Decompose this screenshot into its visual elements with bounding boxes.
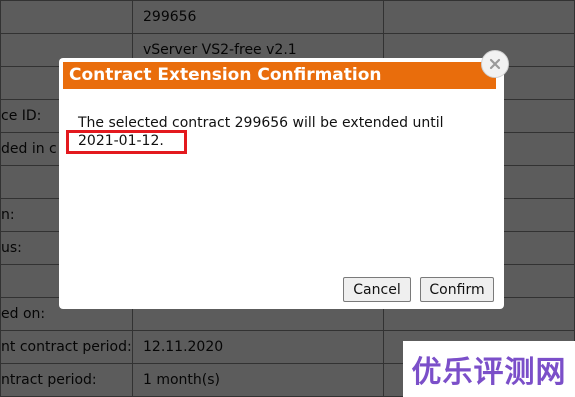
cancel-button[interactable]: Cancel — [343, 277, 411, 302]
contract-extension-dialog: Contract Extension Confirmation The sele… — [59, 58, 504, 309]
close-button[interactable] — [481, 50, 509, 78]
dialog-title: Contract Extension Confirmation — [63, 62, 496, 89]
watermark: 优乐评测网 — [403, 341, 575, 397]
close-icon — [489, 58, 501, 70]
confirm-button[interactable]: Confirm — [420, 277, 494, 302]
date-highlight-box — [66, 130, 187, 154]
